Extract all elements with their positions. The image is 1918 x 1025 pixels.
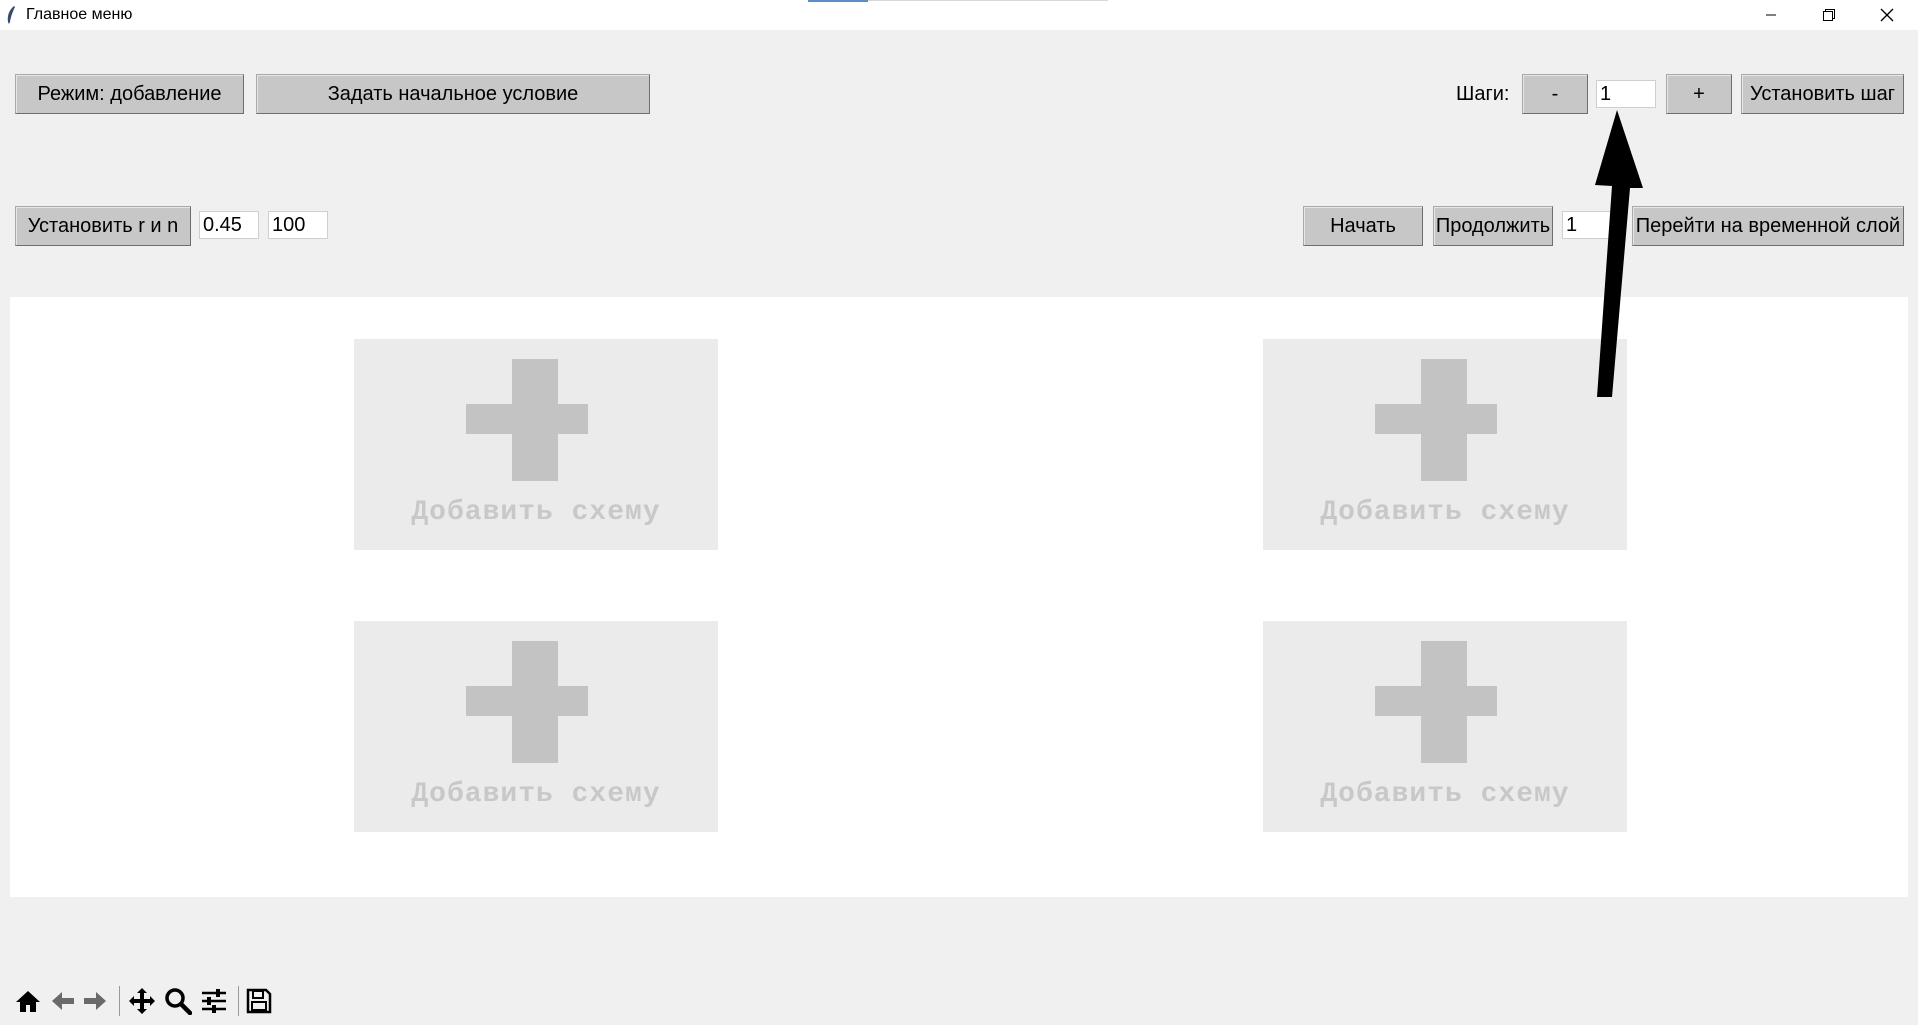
feather-icon [7, 6, 15, 24]
continue-button[interactable]: Продолжить [1433, 206, 1553, 246]
initial-condition-button[interactable]: Задать начальное условие [256, 74, 650, 114]
steps-minus-button[interactable]: - [1522, 74, 1588, 114]
add-scheme-label: Добавить схему [1320, 779, 1570, 810]
toolbar-separator [238, 986, 239, 1016]
title-bar: Главное меню [0, 0, 1918, 30]
add-scheme-label: Добавить схему [1320, 497, 1570, 528]
start-button[interactable]: Начать [1303, 206, 1423, 246]
r-input[interactable]: 0.45 [199, 211, 259, 239]
plus-icon [466, 686, 588, 716]
zoom-icon[interactable] [163, 986, 193, 1016]
back-arrow-icon[interactable] [48, 986, 78, 1016]
goto-time-layer-button[interactable]: Перейти на временной слой [1632, 206, 1904, 246]
add-scheme-card[interactable]: Добавить схему [354, 621, 718, 832]
title-accent-line [868, 0, 1108, 1]
add-scheme-card[interactable]: Добавить схему [1263, 339, 1627, 550]
mode-button[interactable]: Режим: добавление [15, 74, 244, 114]
add-scheme-card[interactable]: Добавить схему [1263, 621, 1627, 832]
configure-subplots-icon[interactable] [199, 986, 229, 1016]
steps-plus-button[interactable]: + [1666, 74, 1732, 114]
pan-icon[interactable] [127, 986, 157, 1016]
close-icon[interactable] [1858, 0, 1916, 30]
save-icon[interactable] [244, 986, 274, 1016]
set-step-button[interactable]: Установить шаг [1741, 74, 1904, 114]
forward-arrow-icon[interactable] [80, 986, 110, 1016]
restore-icon[interactable] [1800, 0, 1858, 30]
plus-icon [466, 404, 588, 434]
add-scheme-card[interactable]: Добавить схему [354, 339, 718, 550]
plus-icon [1375, 686, 1497, 716]
steps-label: Шаги: [1456, 83, 1510, 105]
add-scheme-label: Добавить схему [411, 497, 661, 528]
home-icon[interactable] [13, 986, 43, 1016]
window-title: Главное меню [26, 6, 133, 23]
add-scheme-label: Добавить схему [411, 779, 661, 810]
minimize-icon[interactable] [1742, 0, 1800, 30]
title-accent-line [808, 0, 868, 2]
plus-icon [1375, 404, 1497, 434]
set-r-n-button[interactable]: Установить r и n [15, 206, 191, 246]
n-input[interactable]: 100 [268, 211, 328, 239]
annotation-arrow-icon [1595, 110, 1643, 397]
toolbar-separator [119, 986, 120, 1016]
